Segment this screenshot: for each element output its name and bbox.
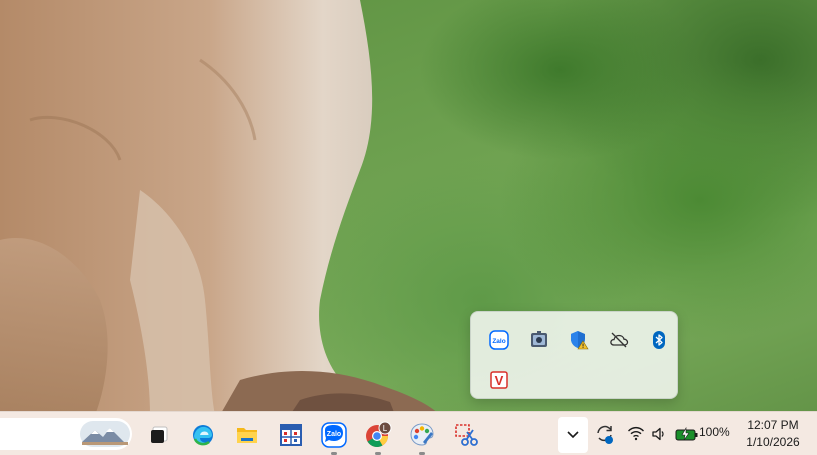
snipping-tool-icon — [455, 424, 478, 446]
calendar-grid-app-icon — [280, 424, 302, 446]
file-explorer-icon — [237, 428, 257, 443]
windows-security-warning-icon[interactable] — [559, 320, 599, 360]
vcap-red-v-icon[interactable]: V — [479, 360, 519, 400]
paint-button[interactable] — [405, 418, 439, 455]
onedrive-offline-icon[interactable] — [599, 320, 639, 360]
zalo-app-icon: Zalo — [321, 422, 347, 448]
edge-button[interactable] — [186, 418, 220, 452]
clock-date[interactable]: 12:07 PM 1/10/2026 — [738, 417, 808, 451]
meerkat-wallpaper-image — [0, 0, 440, 415]
show-hidden-icons-button[interactable] — [558, 417, 588, 453]
zalo-app-button[interactable]: Zalo — [317, 418, 351, 455]
desktop-wallpaper — [0, 0, 817, 455]
zalo-app-label: Zalo — [327, 431, 341, 438]
chrome-icon: L — [366, 421, 392, 447]
taskbar: Zalo L 100% 12:07 PM 1/10/2026 — [0, 411, 817, 455]
task-view-icon — [151, 426, 168, 443]
camera-app-tray-icon[interactable] — [519, 320, 559, 360]
task-view-button[interactable] — [142, 418, 176, 452]
widgets-weather-thumbnail[interactable] — [0, 418, 132, 450]
tray-overflow-flyout: Zalo V — [470, 311, 678, 399]
clock-date-text: 1/10/2026 — [746, 435, 800, 449]
battery-charging-icon[interactable] — [675, 427, 699, 441]
sync-status-icon[interactable] — [594, 423, 616, 445]
chrome-button[interactable]: L — [361, 418, 395, 455]
zalo-tray-label: Zalo — [492, 338, 505, 345]
bluetooth-icon[interactable] — [639, 320, 679, 360]
wifi-icon[interactable] — [627, 425, 645, 441]
battery-percent[interactable]: 100% — [699, 425, 730, 439]
chevron-down-icon — [567, 431, 579, 439]
edge-icon — [193, 425, 213, 446]
chrome-profile-badge: L — [383, 424, 388, 433]
calendar-grid-app-button[interactable] — [274, 418, 308, 452]
file-explorer-button[interactable] — [230, 418, 264, 452]
clock-time: 12:07 PM — [747, 418, 799, 432]
paint-icon — [410, 423, 434, 446]
vcap-label: V — [495, 373, 504, 388]
volume-icon[interactable] — [651, 426, 667, 442]
zalo-tray-icon[interactable]: Zalo — [479, 320, 519, 360]
snipping-tool-button[interactable] — [449, 418, 483, 452]
